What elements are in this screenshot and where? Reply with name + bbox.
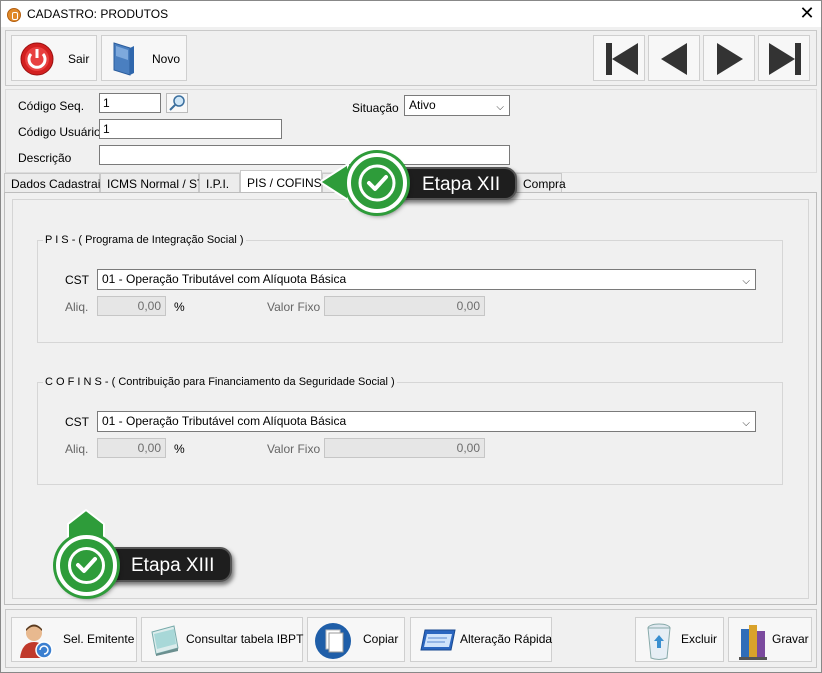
window-title: CADASTRO: PRODUTOS bbox=[27, 7, 169, 21]
chevron-down-icon: ⌵ bbox=[742, 418, 750, 429]
cofins-fixed-input: 0,00 bbox=[324, 438, 485, 458]
step-13-check-badge bbox=[56, 535, 117, 596]
ibpt-label: Consultar tabela IBPT bbox=[186, 632, 304, 646]
tab-pis-cofins[interactable]: PIS / COFINS bbox=[240, 170, 322, 194]
pis-cst-select[interactable]: 01 - Operação Tributável com Alíquota Bá… bbox=[97, 269, 756, 290]
seq-code-input[interactable]: 1 bbox=[99, 93, 161, 113]
exit-label: Sair bbox=[68, 52, 90, 66]
copy-button[interactable]: Copiar bbox=[307, 617, 405, 662]
cofins-aliq-input: 0,00 bbox=[97, 438, 166, 458]
user-code-label: Código Usuário bbox=[18, 125, 101, 139]
select-issuer-button[interactable]: Sel. Emitente bbox=[11, 617, 137, 662]
first-arrow-icon bbox=[612, 43, 638, 75]
pis-aliq-input: 0,00 bbox=[97, 296, 166, 316]
cofins-percent: % bbox=[174, 442, 185, 456]
power-icon bbox=[20, 42, 54, 76]
copy-icon bbox=[315, 623, 351, 659]
previous-record-button[interactable] bbox=[648, 35, 700, 81]
step-12-check-badge bbox=[347, 153, 407, 213]
chevron-down-icon: ⌵ bbox=[742, 276, 750, 287]
last-arrow-icon bbox=[769, 43, 795, 75]
tab-ipi[interactable]: I.P.I. bbox=[199, 173, 240, 193]
search-icon bbox=[169, 95, 185, 111]
pis-group-title: P I S - ( Programa de Integração Social … bbox=[43, 234, 246, 246]
checkmark-icon bbox=[68, 547, 105, 584]
cofins-cst-select[interactable]: 01 - Operação Tributável com Alíquota Bá… bbox=[97, 411, 756, 432]
pis-cst-label: CST bbox=[65, 273, 89, 287]
app-icon bbox=[7, 8, 21, 22]
description-label: Descrição bbox=[18, 151, 72, 165]
description-input[interactable] bbox=[99, 145, 510, 165]
save-label: Gravar bbox=[772, 632, 809, 646]
last-record-button[interactable] bbox=[758, 35, 810, 81]
new-document-icon bbox=[113, 42, 134, 76]
seq-code-label: Código Seq. bbox=[18, 99, 85, 113]
select-issuer-label: Sel. Emitente bbox=[63, 632, 135, 646]
save-button[interactable]: Gravar bbox=[728, 617, 812, 662]
step-13-label: Etapa XIII bbox=[97, 547, 232, 582]
cofins-fixed-label: Valor Fixo bbox=[267, 442, 321, 456]
pis-fixed-label: Valor Fixo bbox=[267, 300, 321, 314]
next-record-button[interactable] bbox=[703, 35, 755, 81]
pis-aliq-label: Aliq. bbox=[65, 300, 89, 314]
cofins-group bbox=[37, 382, 783, 485]
new-label: Novo bbox=[152, 52, 181, 66]
status-select[interactable]: Ativo ⌵ bbox=[404, 95, 510, 116]
user-icon bbox=[20, 624, 53, 659]
step-12-label: Etapa XII bbox=[393, 167, 517, 200]
exit-button[interactable]: Sair bbox=[11, 35, 97, 81]
chevron-down-icon: ⌵ bbox=[496, 102, 504, 113]
pis-fixed-input: 0,00 bbox=[324, 296, 485, 316]
status-value: Ativo bbox=[409, 98, 436, 112]
status-label: Situação bbox=[352, 101, 399, 115]
cofins-cst-value: 01 - Operação Tributável com Alíquota Bá… bbox=[102, 414, 347, 428]
last-bar-icon bbox=[795, 43, 801, 75]
recycle-bin-icon bbox=[647, 623, 671, 660]
quick-edit-label: Alteração Rápida bbox=[460, 632, 553, 646]
first-record-button[interactable] bbox=[593, 35, 645, 81]
previous-arrow-icon bbox=[661, 43, 687, 75]
title-bar: CADASTRO: PRODUTOS ✕ bbox=[0, 0, 822, 27]
close-button[interactable]: ✕ bbox=[795, 3, 819, 25]
tab-dados-cadastrais[interactable]: Dados Cadastrais bbox=[4, 173, 106, 193]
quick-edit-button[interactable]: Alteração Rápida bbox=[410, 617, 552, 662]
copy-label: Copiar bbox=[363, 632, 399, 646]
delete-label: Excluir bbox=[681, 632, 718, 646]
pis-cst-value: 01 - Operação Tributável com Alíquota Bá… bbox=[102, 272, 347, 286]
window-edit-icon bbox=[420, 629, 456, 651]
cofins-group-title: C O F I N S - ( Contribuição para Financ… bbox=[43, 376, 397, 388]
ibpt-button[interactable]: Consultar tabela IBPT bbox=[141, 617, 303, 662]
step-13-text: Etapa XIII bbox=[131, 555, 215, 576]
pis-group bbox=[37, 240, 783, 343]
next-arrow-icon bbox=[717, 43, 743, 75]
tab-compra[interactable]: Compra bbox=[516, 173, 566, 193]
search-button[interactable] bbox=[166, 93, 188, 113]
step-12-text: Etapa XII bbox=[422, 174, 501, 195]
save-books-icon bbox=[739, 625, 767, 660]
tab-icms[interactable]: ICMS Normal / ST bbox=[100, 173, 204, 193]
user-code-input[interactable]: 1 bbox=[99, 119, 282, 139]
pis-percent: % bbox=[174, 300, 185, 314]
checkmark-icon bbox=[358, 164, 396, 202]
cofins-cst-label: CST bbox=[65, 415, 89, 429]
cofins-aliq-label: Aliq. bbox=[65, 442, 89, 456]
new-button[interactable]: Novo bbox=[101, 35, 187, 81]
delete-button[interactable]: Excluir bbox=[635, 617, 724, 662]
notebook-icon bbox=[151, 625, 179, 656]
